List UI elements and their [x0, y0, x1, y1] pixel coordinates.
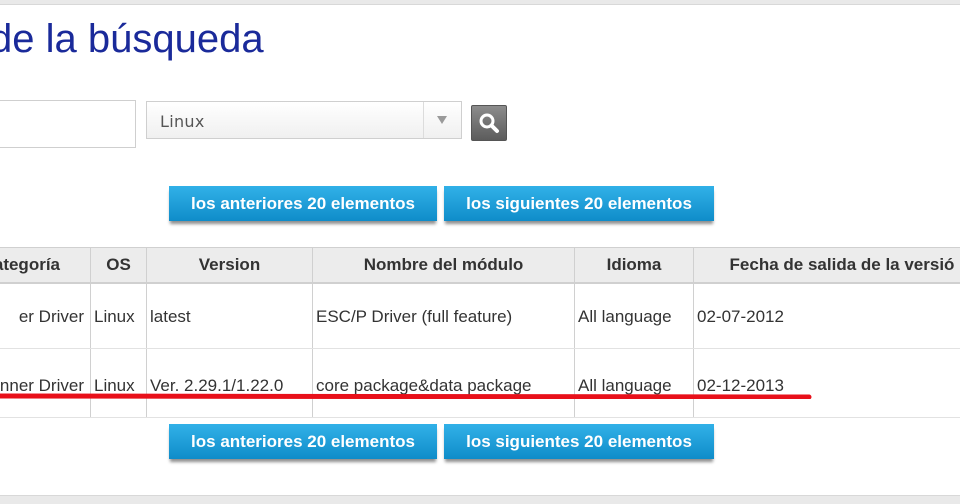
cell-release-date: 02-12-2013 [693, 348, 960, 418]
keyword-search-input[interactable] [0, 100, 136, 148]
search-results-page: de la búsqueda Linux los anteriores 20 e… [0, 4, 960, 496]
prev-20-button[interactable]: los anteriores 20 elementos [169, 424, 437, 459]
header-module-name: Nombre del módulo [312, 247, 575, 284]
header-release-date: Fecha de salida de la versió [693, 247, 960, 284]
cell-language: All language [574, 348, 694, 418]
cell-os: Linux [90, 283, 147, 349]
os-select-arrow[interactable] [423, 102, 461, 138]
cell-language: All language [574, 283, 694, 349]
header-language: Idioma [574, 247, 694, 284]
chevron-down-icon [437, 116, 447, 124]
page-title: de la búsqueda [0, 17, 264, 61]
pager-top: los anteriores 20 elementos los siguient… [169, 186, 717, 226]
next-20-button[interactable]: los siguientes 20 elementos [444, 424, 714, 459]
table-row[interactable]: er Driver Linux latest ESC/P Driver (ful… [0, 283, 960, 349]
cell-version: latest [146, 283, 313, 349]
pager-bottom: los anteriores 20 elementos los siguient… [169, 424, 717, 464]
table-row[interactable]: nner Driver Linux Ver. 2.29.1/1.22.0 cor… [0, 348, 960, 418]
search-button[interactable] [471, 105, 507, 141]
cell-release-date: 02-07-2012 [693, 283, 960, 349]
cell-module-name[interactable]: core package&data package [312, 348, 575, 418]
header-version: Version [146, 247, 313, 284]
prev-20-button[interactable]: los anteriores 20 elementos [169, 186, 437, 221]
os-select-value: Linux [160, 112, 205, 131]
next-20-button[interactable]: los siguientes 20 elementos [444, 186, 714, 221]
cell-module-name[interactable]: ESC/P Driver (full feature) [312, 283, 575, 349]
search-icon [479, 113, 499, 133]
cell-version: Ver. 2.29.1/1.22.0 [146, 348, 313, 418]
header-os: OS [90, 247, 147, 284]
os-select[interactable]: Linux [146, 101, 462, 139]
red-underline-annotation [0, 393, 812, 399]
cell-os: Linux [90, 348, 147, 418]
cell-category: er Driver [0, 283, 91, 349]
cell-category: nner Driver [0, 348, 91, 418]
header-categoria: ategoría [0, 247, 91, 284]
table-header-row: ategoría OS Version Nombre del módulo Id… [0, 247, 960, 284]
